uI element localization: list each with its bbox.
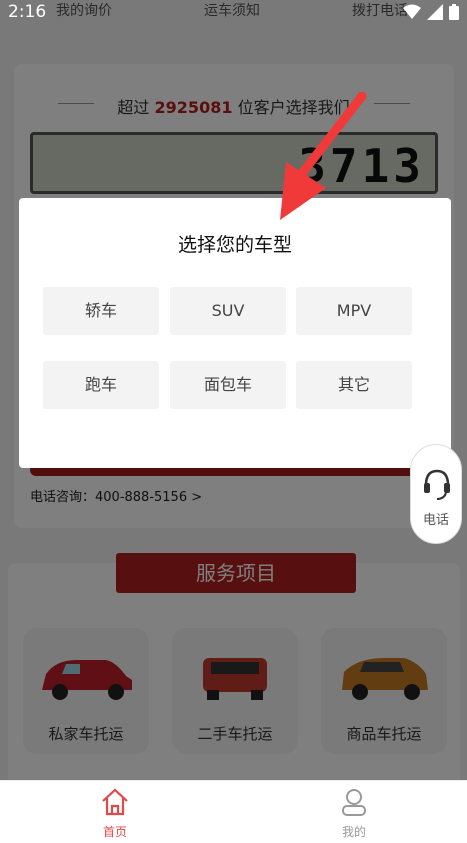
tab-mine[interactable]: 我的 <box>309 787 399 840</box>
battery-icon <box>449 4 459 20</box>
option-sedan[interactable]: 轿车 <box>43 287 159 335</box>
tab-home-label: 首页 <box>102 825 127 839</box>
modal-title: 选择您的车型 <box>177 234 292 256</box>
home-icon <box>102 788 128 816</box>
floating-phone-label: 电话 <box>422 513 449 528</box>
tab-mine-label: 我的 <box>341 825 366 839</box>
tab-home[interactable]: 首页 <box>70 787 160 840</box>
option-sports[interactable]: 跑车 <box>43 361 159 409</box>
status-bar: 2:16 <box>0 0 467 24</box>
headset-icon <box>424 469 450 500</box>
floating-phone-button[interactable]: 电话 <box>410 444 462 544</box>
status-time: 2:16 <box>8 2 47 22</box>
red-arrow-icon <box>280 92 367 220</box>
user-icon <box>342 789 366 816</box>
option-other[interactable]: 其它 <box>296 361 412 409</box>
status-icons <box>403 4 459 20</box>
option-mpv[interactable]: MPV <box>296 287 412 335</box>
option-van[interactable]: 面包车 <box>170 361 286 409</box>
wifi-icon <box>403 4 421 19</box>
bottom-tabbar: 首页 我的 <box>0 780 467 843</box>
car-type-modal: 选择您的车型 轿车 SUV MPV 跑车 面包车 其它 <box>19 198 451 468</box>
signal-icon <box>427 4 443 20</box>
option-suv[interactable]: SUV <box>170 287 286 335</box>
